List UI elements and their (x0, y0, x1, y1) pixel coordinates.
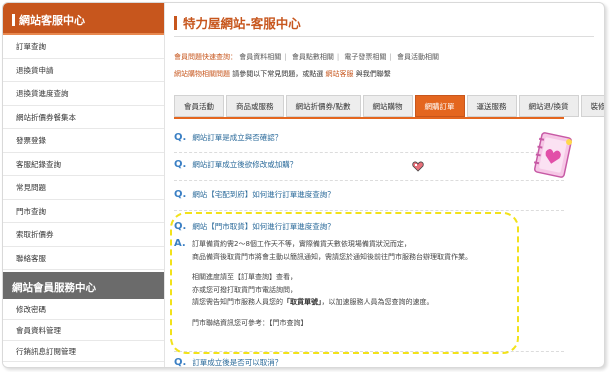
faq-question-3[interactable]: Q. 網站【宅配到府】如何進行訂單進度查詢？ (174, 189, 335, 200)
sidebar-item-return-progress[interactable]: 退換貨進度查詢 (3, 82, 164, 106)
member-service-title: 網站會員服務中心 (3, 272, 164, 299)
member-item-change-password[interactable]: 修改密碼 (3, 299, 164, 320)
question-text: 網站訂單成立後欲修改或加購？ (192, 160, 298, 169)
page-frame: 網站客服中心 訂單查詢 退換貨申請 退換貨進度查詢 網站折價券餐集本 發票登錄 … (2, 2, 605, 368)
sidebar-title: 網站客服中心 (3, 3, 164, 35)
category-tabs: 會員活動 商品或服務 網站折價券/點數 網站購物 網購訂單 運送服務 網站退/換… (174, 95, 604, 117)
main-content: 特力屋網站-客服中心 會員問題快速查詢： 會員資料相關 | 會員點數相關 | 電子發… (166, 3, 604, 368)
sidebar-item-invoice-register[interactable]: 發票登錄 (3, 129, 164, 153)
member-item-profile[interactable]: 會員資料管理 (3, 320, 164, 341)
tab-products-services[interactable]: 商品或服務 (226, 95, 284, 117)
sidebar-item-get-coupon[interactable]: 索取折價券 (3, 223, 164, 247)
page-title-text: 特力屋網站-客服中心 (183, 16, 301, 31)
tab-online-orders[interactable]: 網購訂單 (414, 95, 465, 117)
tab-delivery[interactable]: 運送服務 (466, 95, 517, 117)
shop-help-label: 網站購物相關問題 (174, 70, 230, 78)
member-menu: 修改密碼 會員資料管理 行銷訊息訂閱管理 (3, 299, 164, 362)
quick-label: 會員問題快速查詢： (174, 53, 237, 61)
question-divider (174, 210, 564, 211)
answer-highlight-outline (170, 212, 519, 354)
faq-question-2[interactable]: Q. 網站訂單成立後欲修改或加購？ (174, 159, 297, 170)
sidebar-item-order-query[interactable]: 訂單查詢 (3, 35, 164, 59)
question-text: 訂單成立後是否可以取消？ (192, 358, 283, 367)
member-quick-links: 會員問題快速查詢： 會員資料相關 | 會員點數相關 | 電子發票相關 | 會員活動相關 (174, 53, 440, 61)
tab-member-events[interactable]: 會員活動 (174, 95, 224, 117)
faq-question-1[interactable]: Q. 網站訂單是成立與否確認？ (174, 132, 282, 143)
faq-question-5[interactable]: Q. 訂單成立後是否可以取消？ (174, 357, 283, 368)
tab-online-shopping[interactable]: 網站購物 (362, 95, 413, 117)
shopping-help-line: 網站購物相關問題 請參閱以下常見問題，或點選 網站客服 與我們聯繫 (174, 69, 391, 79)
pixel-heart-icon (412, 161, 424, 174)
sidebar-title-text: 網站客服中心 (19, 14, 85, 27)
member-item-subscription[interactable]: 行銷訊息訂閱管理 (3, 341, 164, 362)
sidebar-item-store-query[interactable]: 門市查詢 (3, 200, 164, 223)
question-mark: Q. (174, 189, 187, 200)
page-title: 特力屋網站-客服中心 (174, 13, 301, 32)
question-mark: Q. (174, 357, 187, 368)
shop-help-text2: 與我們聯繫 (355, 70, 391, 78)
question-divider (174, 152, 564, 153)
question-mark: Q. (174, 132, 187, 143)
title-divider (174, 36, 594, 37)
quick-link-member-events[interactable]: 會員活動相關 (397, 53, 439, 61)
question-text: 網站【宅配到府】如何進行訂單進度查詢？ (192, 190, 335, 199)
question-mark: Q. (174, 159, 187, 170)
sidebar-item-faq[interactable]: 常見問題 (3, 176, 164, 200)
tab-returns[interactable]: 網站退/換貨 (518, 95, 579, 117)
notebook-heart-icon (532, 130, 574, 180)
quick-link-member-data[interactable]: 會員資料相關 (239, 53, 281, 61)
sidebar-item-return-apply[interactable]: 退換貨申請 (3, 59, 164, 82)
sidebar-item-contact[interactable]: 聯絡客服 (3, 247, 164, 270)
shop-help-text: 請參閱以下常見問題，或點選 (232, 70, 324, 78)
quick-link-member-points[interactable]: 會員點數相關 (292, 53, 334, 61)
sidebar: 網站客服中心 訂單查詢 退換貨申請 退換貨進度查詢 網站折價券餐集本 發票登錄 … (3, 3, 165, 367)
sidebar-item-service-records[interactable]: 客服紀錄查詢 (3, 153, 164, 176)
service-link[interactable]: 網站客服 (325, 70, 353, 78)
tab-coupons-points[interactable]: 網站折價券/點數 (285, 95, 361, 117)
question-divider (174, 180, 564, 181)
sidebar-item-coupon-book[interactable]: 網站折價券餐集本 (3, 106, 164, 129)
tabs-underline (174, 117, 564, 119)
tab-renovation[interactable]: 裝修中心 (580, 95, 604, 117)
quick-link-e-invoice[interactable]: 電子發票相關 (344, 53, 386, 61)
question-text: 網站訂單是成立與否確認？ (192, 133, 283, 142)
sidebar-menu: 訂單查詢 退換貨申請 退換貨進度查詢 網站折價券餐集本 發票登錄 客服紀錄查詢 … (3, 35, 164, 270)
